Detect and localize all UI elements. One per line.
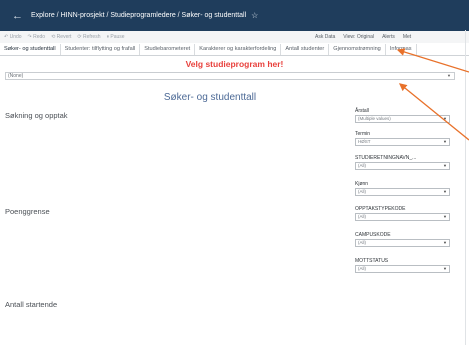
- filter-dropdown[interactable]: (Multiple values) ▼: [355, 115, 450, 123]
- dashboard-tabs: Søker- og studenttall Studenter: tilflyt…: [0, 43, 469, 56]
- filter-label: Årstall: [355, 108, 369, 114]
- tab-antall-studenter[interactable]: Antall studenter: [281, 44, 330, 55]
- chevron-down-icon: ▼: [443, 240, 447, 245]
- page-title: Søker- og studenttall: [163, 92, 257, 103]
- filter-dropdown[interactable]: (All) ▼: [355, 265, 450, 273]
- section-sokning-og-opptak: Søkning og opptak: [5, 111, 68, 120]
- section-poenggrense: Poenggrense: [5, 207, 50, 216]
- redo-button[interactable]: ↷ Redo: [28, 34, 46, 40]
- tab-informasjon[interactable]: Informas: [386, 44, 417, 55]
- filter-label: CAMPUSKODE: [355, 232, 391, 238]
- filter-value: (Multiple values): [358, 116, 391, 121]
- section-antall-startende: Antall startende: [5, 300, 58, 309]
- chevron-down-icon: ▼: [443, 214, 447, 219]
- filter-studieretning: STUDIERETNINGNAVN_... (All) ▼: [355, 155, 455, 170]
- tab-studiebarometeret[interactable]: Studiebarometeret: [140, 44, 196, 55]
- tab-soker-og-studenttall[interactable]: Søker- og studenttall: [0, 44, 61, 55]
- scroll-edge: [465, 30, 466, 345]
- chevron-down-icon: ▼: [443, 116, 447, 121]
- star-icon[interactable]: ☆: [251, 11, 258, 20]
- filter-label: OPPTAKSTYPEKODE: [355, 206, 406, 212]
- tab-studenter-tilflytting[interactable]: Studenter: tilflytting og frafall: [61, 44, 141, 55]
- tab-karakterer[interactable]: Karakterer og karakterfordeling: [195, 44, 282, 55]
- pause-button[interactable]: ⏸ Pause: [107, 34, 125, 40]
- filter-dropdown[interactable]: (All) ▼: [355, 162, 450, 170]
- filter-mottstatus: MOTTSTATUS (All) ▼: [355, 258, 455, 273]
- tab-gjennomstromning[interactable]: Gjennomstrømning: [329, 44, 386, 55]
- filter-dropdown[interactable]: (All) ▼: [355, 239, 450, 247]
- title-bar: ← Explore / HINN-prosjekt / Studieprogra…: [0, 0, 469, 31]
- chevron-down-icon: ▼: [447, 73, 451, 78]
- program-banner: Velg studieprogram her!: [185, 59, 284, 69]
- filter-campus: CAMPUSKODE (All) ▼: [355, 232, 455, 247]
- alerts-button[interactable]: Alerts: [382, 34, 395, 40]
- breadcrumb[interactable]: Explore / HINN-prosjekt / Studieprograml…: [31, 12, 246, 19]
- filter-value: (All): [358, 214, 366, 219]
- chevron-down-icon: ▼: [443, 139, 447, 144]
- back-arrow-icon[interactable]: ←: [12, 10, 23, 22]
- toolbar: ↶ Undo ↷ Redo ⟲ Revert ⟳ Refresh ⏸ Pause…: [0, 31, 469, 43]
- filter-label: STUDIERETNINGNAVN_...: [355, 155, 417, 161]
- chevron-down-icon: ▼: [443, 189, 447, 194]
- program-select-value: (None): [8, 73, 24, 79]
- filter-dropdown[interactable]: HØST ▼: [355, 138, 450, 146]
- filter-value: (All): [358, 163, 366, 168]
- filter-dropdown[interactable]: (All) ▼: [355, 188, 450, 196]
- filter-opptakstype: OPPTAKSTYPEKODE (All) ▼: [355, 206, 455, 221]
- filter-value: (All): [358, 189, 366, 194]
- filter-kjonn: Kjønn (All) ▼: [355, 181, 455, 196]
- undo-button[interactable]: ↶ Undo: [4, 34, 22, 40]
- filter-label: Termin: [355, 131, 371, 137]
- program-select[interactable]: (None) ▼: [5, 72, 455, 80]
- filter-value: (All): [358, 240, 366, 245]
- filter-dropdown[interactable]: (All) ▼: [355, 213, 450, 221]
- filter-value: HØST: [358, 139, 371, 144]
- filter-arstall: Årstall (Multiple values) ▼: [355, 108, 455, 123]
- ask-data-button[interactable]: Ask Data: [315, 34, 335, 40]
- revert-button[interactable]: ⟲ Revert: [51, 34, 71, 40]
- filter-label: Kjønn: [355, 181, 369, 187]
- filter-label: MOTTSTATUS: [355, 258, 389, 264]
- metrics-button[interactable]: Met: [403, 34, 411, 40]
- filter-termin: Termin HØST ▼: [355, 131, 455, 146]
- chevron-down-icon: ▼: [443, 163, 447, 168]
- refresh-button[interactable]: ⟳ Refresh: [77, 34, 100, 40]
- chevron-down-icon: ▼: [443, 266, 447, 271]
- filter-value: (All): [358, 266, 366, 271]
- view-original-button[interactable]: View: Original: [343, 34, 374, 40]
